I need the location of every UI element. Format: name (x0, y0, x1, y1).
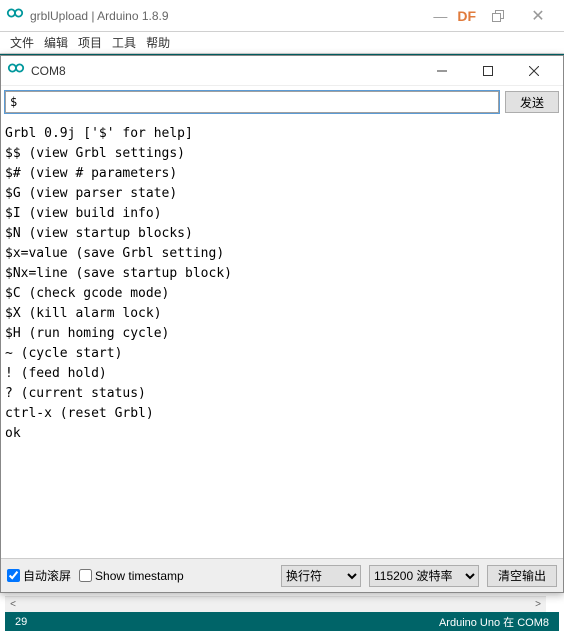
status-bar: 29 Arduino Uno 在 COM8 (5, 612, 559, 631)
status-line-number: 29 (15, 616, 27, 628)
arduino-logo-icon (6, 4, 30, 27)
status-board-port: Arduino Uno 在 COM8 (439, 614, 549, 630)
send-button[interactable]: 发送 (505, 91, 559, 113)
clear-output-button[interactable]: 清空输出 (487, 565, 557, 587)
serial-minimize-button[interactable] (419, 56, 465, 86)
serial-close-button[interactable] (511, 56, 557, 86)
serial-input[interactable] (5, 91, 499, 113)
arduino-logo-icon (7, 59, 31, 82)
menu-tools[interactable]: 工具 (112, 34, 136, 51)
timestamp-checkbox[interactable] (79, 569, 92, 582)
baud-rate-select[interactable]: 115200 波特率 (369, 565, 479, 587)
menu-edit[interactable]: 编辑 (44, 34, 68, 51)
menu-file[interactable]: 文件 (10, 34, 34, 51)
scroll-right-icon[interactable]: > (530, 597, 546, 613)
main-title-bar[interactable]: grblUpload | Arduino 1.8.9 — DF ✕ (0, 0, 564, 32)
line-ending-select[interactable]: 换行符 (281, 565, 361, 587)
timestamp-checkbox-wrap[interactable]: Show timestamp (79, 569, 184, 583)
serial-window-title: COM8 (31, 64, 419, 78)
timestamp-label: Show timestamp (95, 569, 184, 583)
autoscroll-checkbox-wrap[interactable]: 自动滚屏 (7, 567, 71, 584)
serial-output[interactable]: Grbl 0.9j ['$' for help] $$ (view Grbl s… (5, 120, 559, 554)
restore-icon (492, 10, 504, 22)
minimize-dash-icon[interactable]: — (433, 8, 447, 24)
menu-sketch[interactable]: 项目 (78, 34, 102, 51)
close-button[interactable]: ✕ (518, 0, 558, 32)
autoscroll-label: 自动滚屏 (23, 567, 71, 584)
autoscroll-checkbox[interactable] (7, 569, 20, 582)
serial-monitor-window: COM8 发送 Grbl 0.9j ['$' for help] $$ (vie… (0, 55, 564, 593)
scroll-left-icon[interactable]: < (5, 597, 21, 613)
serial-bottom-bar: 自动滚屏 Show timestamp 换行符 115200 波特率 清空输出 (1, 558, 563, 592)
menu-bar: 文件 编辑 项目 工具 帮助 (0, 32, 564, 54)
main-window-title: grblUpload | Arduino 1.8.9 (30, 9, 433, 23)
serial-title-bar[interactable]: COM8 (1, 56, 563, 86)
menu-help[interactable]: 帮助 (146, 34, 170, 51)
restore-button[interactable] (478, 0, 518, 32)
df-label: DF (457, 8, 476, 24)
serial-maximize-button[interactable] (465, 56, 511, 86)
serial-input-row: 发送 (1, 89, 563, 115)
horizontal-scrollbar[interactable]: < > (5, 596, 546, 612)
